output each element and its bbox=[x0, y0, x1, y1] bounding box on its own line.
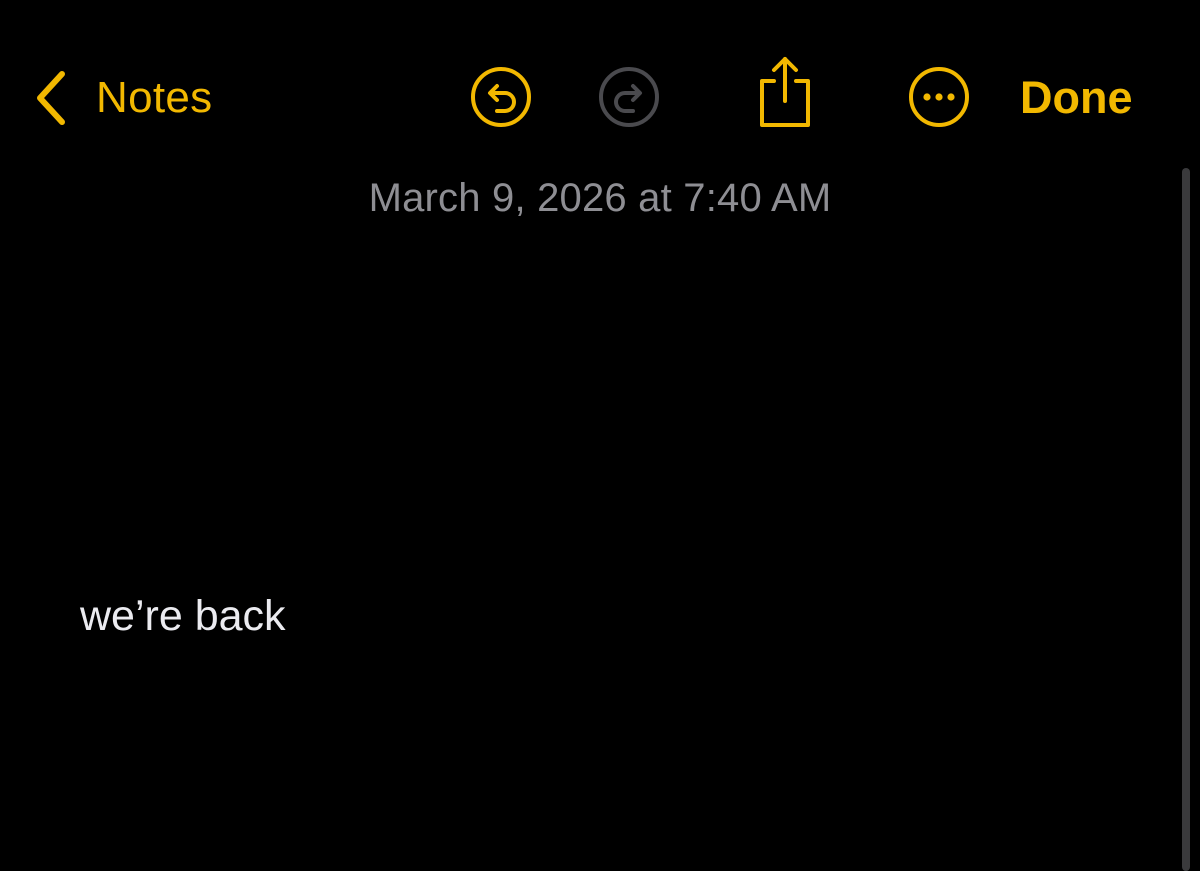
done-button[interactable]: Done bbox=[1020, 66, 1160, 130]
redo-icon bbox=[599, 67, 659, 127]
chevron-left-icon bbox=[37, 71, 65, 125]
back-button-label: Notes bbox=[96, 73, 213, 122]
undo-button[interactable] bbox=[466, 62, 536, 132]
redo-button[interactable] bbox=[594, 62, 664, 132]
more-icon bbox=[909, 67, 969, 127]
undo-icon bbox=[471, 67, 531, 127]
back-to-notes-button[interactable]: Notes bbox=[32, 66, 212, 130]
share-button[interactable] bbox=[750, 56, 820, 127]
navigation-bar: Notes Done bbox=[0, 0, 1200, 160]
note-timestamp: March 9, 2026 at 7:40 AM bbox=[368, 176, 832, 220]
more-options-button[interactable] bbox=[904, 62, 974, 132]
note-body-text[interactable]: we’re back bbox=[80, 588, 1080, 644]
share-icon bbox=[760, 57, 810, 127]
scroll-indicator[interactable] bbox=[1182, 168, 1190, 871]
